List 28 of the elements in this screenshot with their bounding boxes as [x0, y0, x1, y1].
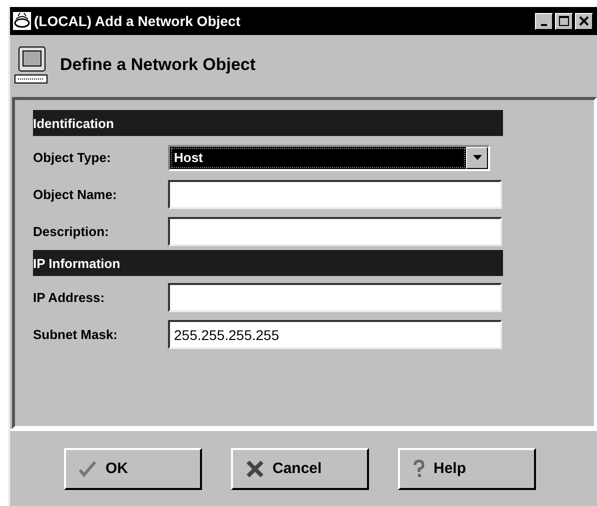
close-icon — [579, 16, 589, 26]
text-field[interactable] — [168, 217, 502, 246]
section-header: Identification — [33, 110, 503, 136]
text-field[interactable]: 255.255.255.255 — [168, 320, 502, 349]
help-button[interactable]: Help — [398, 448, 536, 490]
close-button[interactable] — [575, 12, 593, 30]
field-label: IP Address: — [33, 290, 106, 305]
maximize-icon — [559, 16, 569, 26]
object-type-dropdown[interactable]: Host — [168, 144, 490, 170]
field-label: Object Type: — [33, 150, 112, 165]
field-label: Subnet Mask: — [33, 327, 119, 342]
minimize-icon — [541, 24, 547, 26]
field-label: Object Name: — [33, 187, 118, 202]
header-title: Define a Network Object — [60, 55, 256, 75]
minimize-button[interactable] — [535, 12, 553, 30]
cancel-button[interactable]: Cancel — [230, 448, 368, 490]
x-icon — [244, 460, 264, 478]
computer-icon — [14, 45, 48, 85]
text-field[interactable] — [168, 180, 502, 209]
maximize-button[interactable] — [555, 12, 573, 30]
question-mark-icon — [412, 458, 426, 478]
text-field[interactable] — [168, 283, 502, 312]
dropdown-arrow-icon — [472, 154, 482, 160]
checkmark-icon — [78, 460, 98, 478]
window-title: (LOCAL) Add a Network Object — [34, 13, 242, 29]
section-header: IP Information — [33, 250, 503, 276]
ok-button[interactable]: OK — [64, 448, 202, 490]
field-label: Description: — [33, 224, 110, 239]
